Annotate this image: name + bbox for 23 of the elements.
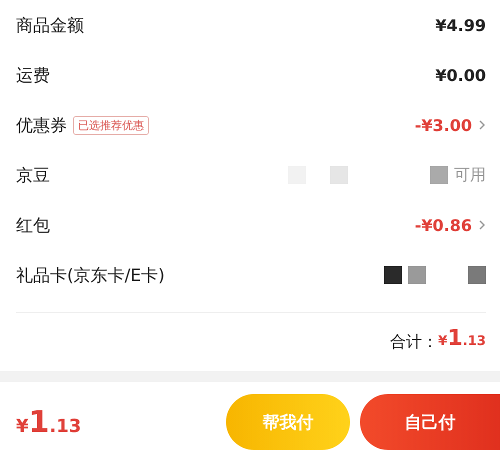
row-label: 商品金额 [16, 14, 84, 36]
redaction-mark [408, 266, 426, 284]
chevron-icon[interactable] [478, 119, 486, 131]
total-label: 合计： [390, 332, 438, 352]
redaction-mark [330, 166, 348, 184]
redaction-mark [384, 266, 402, 284]
redaction-mark [468, 266, 486, 284]
row-label: 礼品卡(京东卡/E卡) [16, 264, 165, 286]
redaction-mark [430, 166, 448, 184]
total-price: ¥1.13 [438, 328, 486, 354]
row-label: 红包 [16, 214, 50, 236]
recommended-tag: 已选推荐优惠 [73, 116, 149, 134]
amount-value: ¥0.00 [435, 66, 486, 84]
status-text: 可用 [454, 164, 486, 186]
amount-value: ¥4.99 [435, 16, 486, 34]
chevron-icon[interactable] [478, 219, 486, 231]
pay-price: ¥1.13 [16, 408, 82, 442]
amount-value: -¥0.86 [414, 216, 472, 234]
pay-button[interactable]: 自己付 [360, 394, 500, 450]
row-label: 优惠券 [16, 114, 67, 136]
row-label: 运费 [16, 64, 50, 86]
row-label: 京豆 [16, 164, 50, 186]
amount-value: -¥3.00 [414, 116, 472, 134]
